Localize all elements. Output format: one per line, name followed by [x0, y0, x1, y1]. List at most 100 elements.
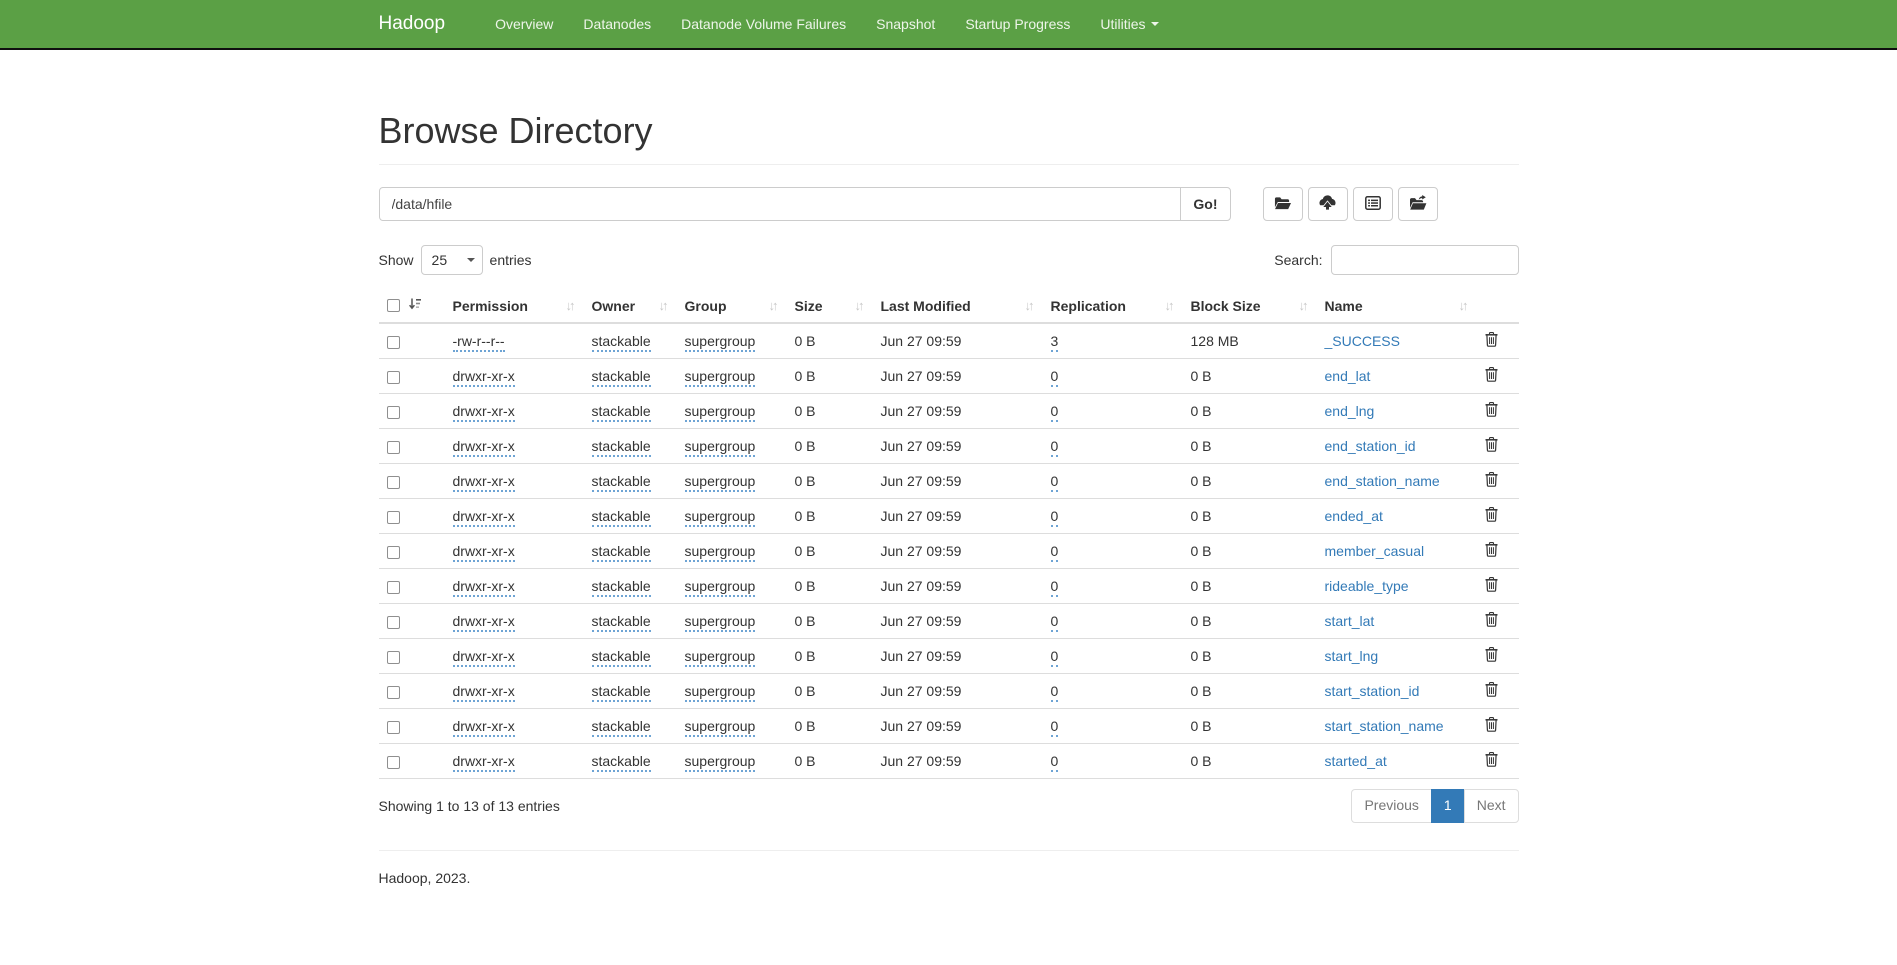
column-header-group[interactable]: Group ↓↑	[677, 289, 787, 323]
file-name-link[interactable]: member_casual	[1325, 543, 1425, 559]
file-name-link[interactable]: end_lat	[1325, 368, 1371, 384]
row-checkbox[interactable]	[387, 511, 400, 524]
column-header-block-size[interactable]: Block Size ↓↑	[1183, 289, 1317, 323]
group-cell[interactable]: supergroup	[685, 508, 756, 527]
group-cell[interactable]: supergroup	[685, 333, 756, 352]
permission-cell[interactable]: drwxr-xr-x	[453, 718, 515, 737]
upload-files-button[interactable]	[1308, 187, 1348, 221]
owner-cell[interactable]: stackable	[592, 753, 651, 772]
owner-cell[interactable]: stackable	[592, 543, 651, 562]
owner-cell[interactable]: stackable	[592, 333, 651, 352]
row-checkbox[interactable]	[387, 336, 400, 349]
owner-cell[interactable]: stackable	[592, 438, 651, 457]
trash-icon[interactable]	[1485, 577, 1498, 595]
file-name-link[interactable]: start_station_id	[1325, 683, 1420, 699]
file-name-link[interactable]: _SUCCESS	[1325, 333, 1400, 349]
nav-item-overview[interactable]: Overview	[480, 0, 568, 48]
replication-cell[interactable]: 0	[1051, 753, 1059, 772]
permission-cell[interactable]: drwxr-xr-x	[453, 613, 515, 632]
search-input[interactable]	[1331, 245, 1519, 275]
replication-cell[interactable]: 0	[1051, 438, 1059, 457]
trash-icon[interactable]	[1485, 717, 1498, 735]
group-cell[interactable]: supergroup	[685, 613, 756, 632]
pagination-next[interactable]: Next	[1464, 789, 1519, 823]
row-checkbox[interactable]	[387, 441, 400, 454]
directory-path-input[interactable]	[379, 187, 1182, 221]
nav-item-datanodes[interactable]: Datanodes	[568, 0, 666, 48]
set-quota-button[interactable]	[1353, 187, 1393, 221]
replication-cell[interactable]: 0	[1051, 613, 1059, 632]
permission-cell[interactable]: drwxr-xr-x	[453, 683, 515, 702]
row-checkbox[interactable]	[387, 616, 400, 629]
trash-icon[interactable]	[1485, 752, 1498, 770]
group-cell[interactable]: supergroup	[685, 683, 756, 702]
owner-cell[interactable]: stackable	[592, 368, 651, 387]
column-header-size[interactable]: Size ↓↑	[787, 289, 873, 323]
file-name-link[interactable]: started_at	[1325, 753, 1387, 769]
replication-cell[interactable]: 0	[1051, 683, 1059, 702]
column-header-name[interactable]: Name ↓↑	[1317, 289, 1477, 323]
nav-item-datanode-volume-failures[interactable]: Datanode Volume Failures	[666, 0, 861, 48]
column-header-owner[interactable]: Owner ↓↑	[584, 289, 677, 323]
nav-item-snapshot[interactable]: Snapshot	[861, 0, 950, 48]
replication-cell[interactable]: 3	[1051, 333, 1059, 352]
row-checkbox[interactable]	[387, 651, 400, 664]
owner-cell[interactable]: stackable	[592, 683, 651, 702]
column-header-select[interactable]	[379, 289, 445, 323]
pagination-page-1[interactable]: 1	[1431, 789, 1465, 823]
trash-icon[interactable]	[1485, 402, 1498, 420]
owner-cell[interactable]: stackable	[592, 613, 651, 632]
replication-cell[interactable]: 0	[1051, 368, 1059, 387]
replication-cell[interactable]: 0	[1051, 648, 1059, 667]
row-checkbox[interactable]	[387, 756, 400, 769]
column-header-last-modified[interactable]: Last Modified ↓↑	[873, 289, 1043, 323]
file-name-link[interactable]: end_station_id	[1325, 438, 1416, 454]
replication-cell[interactable]: 0	[1051, 508, 1059, 527]
file-name-link[interactable]: start_lat	[1325, 613, 1375, 629]
row-checkbox[interactable]	[387, 686, 400, 699]
owner-cell[interactable]: stackable	[592, 718, 651, 737]
replication-cell[interactable]: 0	[1051, 473, 1059, 492]
file-name-link[interactable]: ended_at	[1325, 508, 1383, 524]
column-header-replication[interactable]: Replication ↓↑	[1043, 289, 1183, 323]
replication-cell[interactable]: 0	[1051, 543, 1059, 562]
file-name-link[interactable]: end_station_name	[1325, 473, 1440, 489]
permission-cell[interactable]: drwxr-xr-x	[453, 508, 515, 527]
permission-cell[interactable]: drwxr-xr-x	[453, 368, 515, 387]
trash-icon[interactable]	[1485, 682, 1498, 700]
file-name-link[interactable]: end_lng	[1325, 403, 1375, 419]
permission-cell[interactable]: drwxr-xr-x	[453, 403, 515, 422]
trash-icon[interactable]	[1485, 437, 1498, 455]
replication-cell[interactable]: 0	[1051, 578, 1059, 597]
row-checkbox[interactable]	[387, 406, 400, 419]
permission-cell[interactable]: -rw-r--r--	[453, 333, 505, 352]
trash-icon[interactable]	[1485, 647, 1498, 665]
row-checkbox[interactable]	[387, 476, 400, 489]
file-name-link[interactable]: rideable_type	[1325, 578, 1409, 594]
trash-icon[interactable]	[1485, 472, 1498, 490]
nav-item-utilities-dropdown[interactable]: Utilities	[1085, 0, 1173, 48]
trash-icon[interactable]	[1485, 507, 1498, 525]
nav-item-startup-progress[interactable]: Startup Progress	[950, 0, 1085, 48]
permission-cell[interactable]: drwxr-xr-x	[453, 473, 515, 492]
permission-cell[interactable]: drwxr-xr-x	[453, 648, 515, 667]
group-cell[interactable]: supergroup	[685, 368, 756, 387]
group-cell[interactable]: supergroup	[685, 473, 756, 492]
page-length-select[interactable]: 25	[421, 245, 483, 275]
create-directory-button[interactable]	[1263, 187, 1303, 221]
permission-cell[interactable]: drwxr-xr-x	[453, 543, 515, 562]
owner-cell[interactable]: stackable	[592, 403, 651, 422]
permission-cell[interactable]: drwxr-xr-x	[453, 438, 515, 457]
go-button[interactable]: Go!	[1180, 187, 1230, 221]
permission-cell[interactable]: drwxr-xr-x	[453, 753, 515, 772]
owner-cell[interactable]: stackable	[592, 473, 651, 492]
navbar-brand-hadoop[interactable]: Hadoop	[379, 0, 461, 48]
row-checkbox[interactable]	[387, 371, 400, 384]
permission-cell[interactable]: drwxr-xr-x	[453, 578, 515, 597]
trash-icon[interactable]	[1485, 542, 1498, 560]
move-to-button[interactable]	[1398, 187, 1438, 221]
replication-cell[interactable]: 0	[1051, 403, 1059, 422]
owner-cell[interactable]: stackable	[592, 578, 651, 597]
pagination-previous[interactable]: Previous	[1351, 789, 1431, 823]
file-name-link[interactable]: start_lng	[1325, 648, 1379, 664]
